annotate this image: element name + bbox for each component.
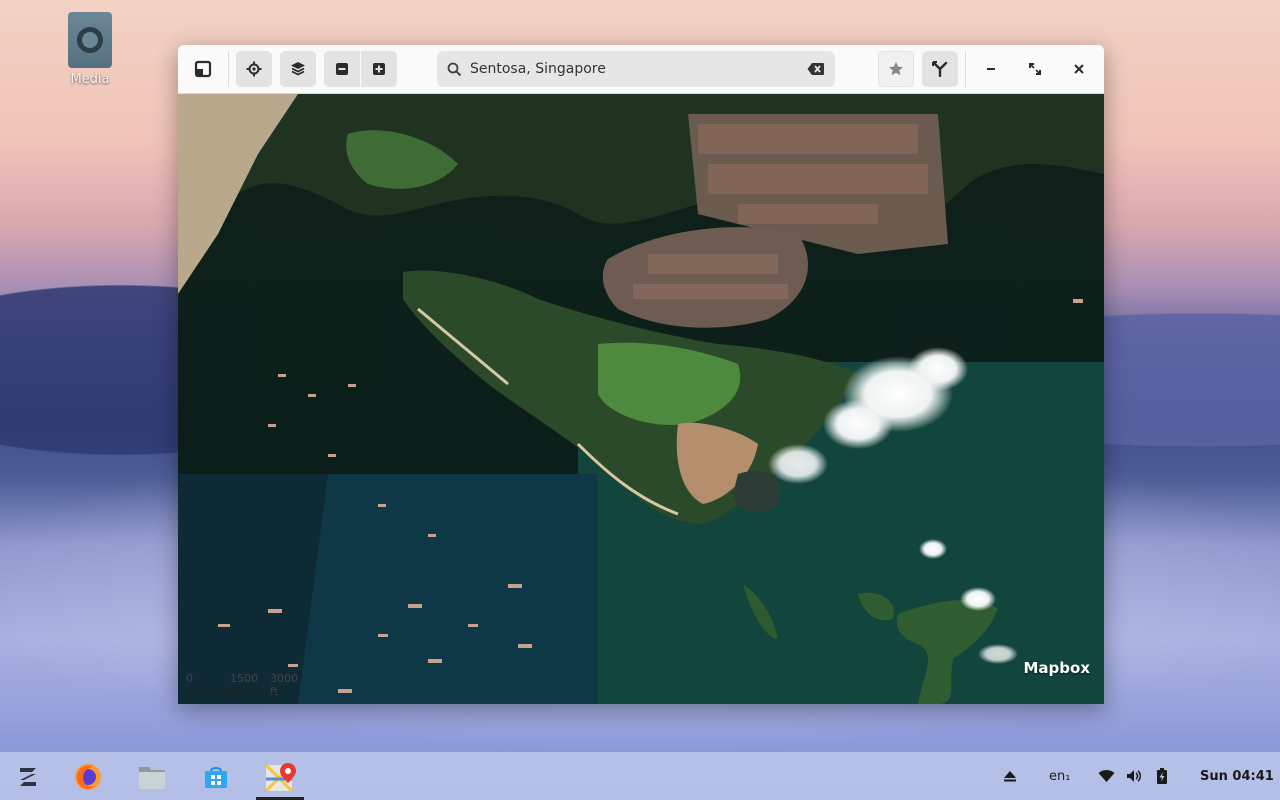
close-button[interactable] <box>1061 51 1097 87</box>
maximize-button[interactable] <box>1017 51 1053 87</box>
zoom-out-button[interactable] <box>324 51 360 87</box>
route-icon <box>932 61 948 77</box>
minimize-icon <box>987 68 995 70</box>
eject-icon <box>1004 771 1016 782</box>
maps-window: 0 1500 3000 ft Mapbox <box>178 45 1104 704</box>
files-folder-icon <box>139 767 165 789</box>
search-input[interactable] <box>470 61 807 77</box>
taskbar: en₁ Sun 04:41 <box>0 752 1280 800</box>
zorin-logo-icon <box>20 768 36 786</box>
backspace-clear-icon[interactable] <box>807 62 825 76</box>
scale-label: 1500 <box>230 672 258 685</box>
mapbox-logo[interactable]: Mapbox <box>1023 659 1090 677</box>
route-button[interactable] <box>922 51 958 87</box>
bookmark-panel-button[interactable] <box>185 51 221 87</box>
locate-icon <box>246 61 262 77</box>
maximize-icon <box>1029 63 1041 75</box>
scale-bar: 0 1500 3000 ft <box>186 672 306 698</box>
favorite-button[interactable] <box>878 51 914 87</box>
header-bar <box>178 45 1104 94</box>
zoom-in-button[interactable] <box>361 51 397 87</box>
layers-icon <box>291 62 305 76</box>
maps-icon <box>264 763 296 793</box>
media-disc-icon <box>68 12 112 68</box>
battery-icon <box>1157 768 1167 784</box>
taskbar-files[interactable] <box>130 758 174 796</box>
taskbar-firefox[interactable] <box>66 758 110 796</box>
keyboard-language[interactable]: en₁ <box>1049 752 1070 800</box>
map-view[interactable]: 0 1500 3000 ft Mapbox <box>178 94 1104 704</box>
battery-indicator[interactable] <box>1156 752 1168 800</box>
toolbar-separator <box>965 51 966 87</box>
taskbar-software[interactable] <box>194 758 238 796</box>
search-entry[interactable] <box>437 51 835 87</box>
desktop-icon-media[interactable]: Media <box>58 12 122 87</box>
search-icon <box>447 62 462 76</box>
taskbar-maps[interactable] <box>256 758 304 800</box>
minimize-button[interactable] <box>973 51 1009 87</box>
zorin-menu-button[interactable] <box>6 758 50 796</box>
zoom-out-icon <box>336 63 348 75</box>
layers-button[interactable] <box>280 51 316 87</box>
wifi-indicator[interactable] <box>1098 752 1115 800</box>
wifi-icon <box>1098 770 1115 782</box>
toolbar-separator <box>228 51 229 87</box>
zoom-in-icon <box>373 63 385 75</box>
firefox-icon <box>75 764 101 790</box>
star-icon <box>889 62 903 76</box>
scale-label: 0 <box>186 672 193 685</box>
close-icon <box>1074 64 1084 74</box>
volume-icon <box>1127 770 1141 782</box>
scale-label: 3000 ft <box>270 672 298 698</box>
clock[interactable]: Sun 04:41 <box>1200 752 1274 800</box>
desktop-icon-label: Media <box>70 72 110 87</box>
volume-indicator[interactable] <box>1126 752 1142 800</box>
eject-button[interactable] <box>1003 752 1017 800</box>
software-store-icon <box>205 767 227 788</box>
locate-button[interactable] <box>236 51 272 87</box>
satellite-imagery <box>178 94 1104 704</box>
bookmark-panel-icon <box>194 60 212 78</box>
